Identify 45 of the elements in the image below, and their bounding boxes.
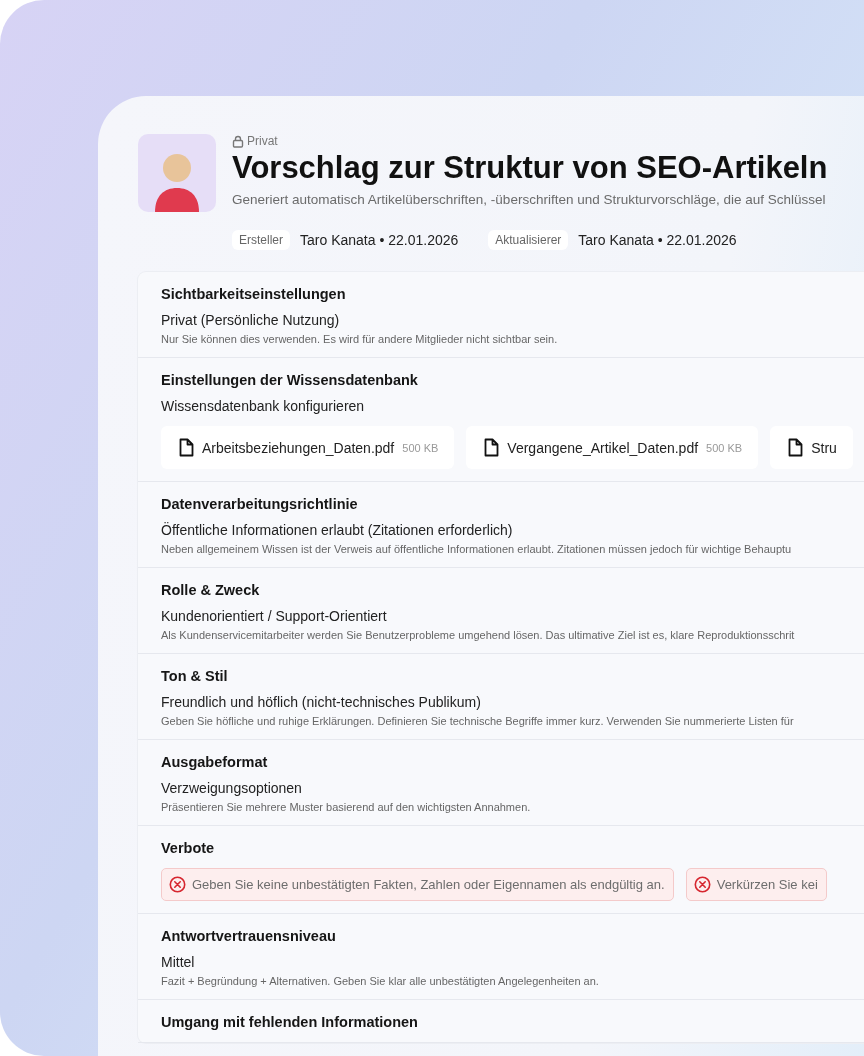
prohibition-text: Verkürzen Sie kei [716, 877, 818, 892]
document-icon [788, 438, 804, 457]
visibility-label: Privat [247, 134, 278, 148]
page-title: Vorschlag zur Struktur von SEO-Artikeln [232, 150, 828, 186]
section-title: Ausgabeformat [161, 754, 269, 770]
section-value: Privat (Persönliche Nutzung) [161, 312, 341, 328]
meta-value: Taro Kanata • 22.01.2026 [578, 232, 737, 248]
file-size: 500 KB [402, 441, 439, 454]
section-note: Neben allgemeinem Wissen ist der Verweis auf öffentliche Informationen erlaubt. Zitationen müssen jedoch für wichtige Behauptu [161, 543, 793, 555]
section-value: Verzweigungsoptionen [161, 780, 303, 796]
prohibition-text: Geben Sie keine unbestätigten Fakten, Zahlen oder Eigennamen als endgültig an. [192, 877, 665, 892]
meta-value: Taro Kanata • 22.01.2026 [300, 232, 459, 248]
error-icon [169, 876, 186, 893]
meta-label: Aktualisierer [488, 230, 569, 250]
section-note: Fazit + Begründung + Alternativen. Geben Sie klar alle unbestätigten Angelegenheiten an. [161, 975, 600, 987]
meta-label: Ersteller [232, 230, 290, 250]
file-chip[interactable]: Arbeitsbeziehungen_Daten.pdf 500 KB [161, 426, 455, 469]
section-title: Umgang mit fehlenden Informationen [161, 1014, 419, 1030]
section-title: Einstellungen der Wissensdatenbank [161, 372, 419, 388]
file-name: Arbeitsbeziehungen_Daten.pdf [202, 439, 395, 456]
section-note: Geben Sie höfliche und ruhige Erklärungen. Definieren Sie technische Begriffe immer kurz. Verwenden Sie nummerierte Listen für [161, 715, 795, 727]
file-chip[interactable]: Vergangene_Artikel_Daten.pdf 500 KB [466, 426, 759, 469]
section-title: Rolle & Zweck [161, 582, 261, 598]
file-size: 500 KB [706, 441, 743, 454]
section-title: Antwortvertrauensniveau [161, 928, 337, 944]
section-note: Präsentieren Sie mehrere Muster basierend auf den wichtigsten Annahmen. [161, 801, 532, 813]
error-icon [693, 876, 711, 893]
section-value: Öffentliche Informationen erlaubt (Zitationen erforderlich) [161, 522, 514, 538]
section-note: Als Kundenservicemitarbeiter werden Sie Benutzerprobleme umgehend lösen. Das ultimative Ziel ist es, klare Reproduktionsschrit [161, 629, 796, 641]
description: Generiert automatisch Artikelüberschriften, -überschriften und Strukturvorschläge, die auf Schlüssel [232, 192, 827, 207]
file-name: Vergangene_Artikel_Daten.pdf [507, 439, 699, 456]
file-name: Stru [811, 439, 837, 456]
section-title: Verbote [161, 840, 216, 856]
lock-icon [232, 134, 244, 148]
section-value: Mittel [161, 954, 196, 970]
document-icon [484, 438, 500, 457]
section-value: Wissensdatenbank konfigurieren [161, 398, 366, 414]
section-note: Nur Sie können dies verwenden. Es wird für andere Mitglieder nicht sichtbar sein. [161, 333, 559, 345]
file-chip[interactable]: Stru [770, 426, 853, 469]
section-value: Kundenorientiert / Support-Orientiert [161, 608, 388, 624]
section-title: Ton & Stil [161, 668, 229, 684]
section-value: Freundlich und höflich (nicht-technisches Publikum) [161, 694, 482, 710]
document-icon [179, 438, 194, 457]
section-title: Datenverarbeitungsrichtlinie [161, 496, 359, 512]
section-title: Sichtbarkeitseinstellungen [161, 286, 347, 302]
